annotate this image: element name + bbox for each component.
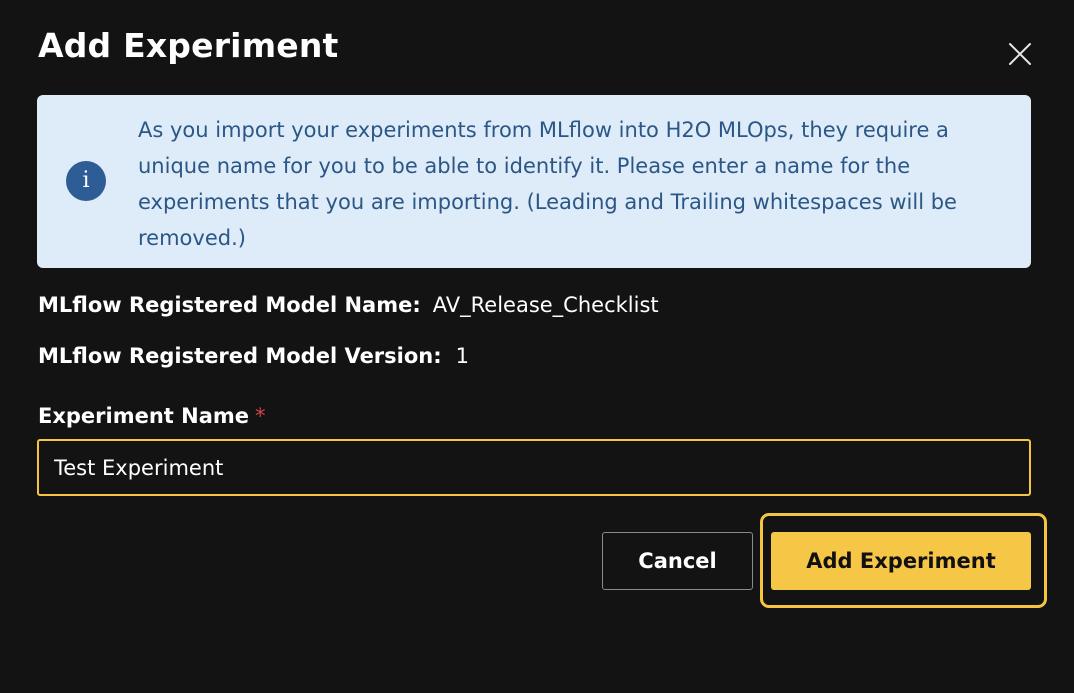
model-version-value: 1 [455,344,470,368]
model-name-value: AV_Release_Checklist [432,293,659,317]
experiment-name-label-text: Experiment Name [38,404,250,428]
cancel-button[interactable]: Cancel [602,532,753,590]
required-marker: * [255,404,266,428]
dialog-title: Add Experiment [38,26,339,65]
model-name-row: MLflow Registered Model Name: AV_Release_… [38,290,659,320]
model-version-label: MLflow Registered Model Version: [38,344,442,368]
model-name-label: MLflow Registered Model Name: [38,293,421,317]
add-experiment-button[interactable]: Add Experiment [771,532,1031,590]
experiment-name-label: Experiment Name * [38,401,266,431]
add-experiment-dialog: Add Experiment i As you import your expe… [0,0,1074,693]
info-icon-glyph: i [82,168,90,193]
info-icon: i [66,161,106,201]
close-icon [1009,43,1031,65]
experiment-name-input[interactable] [37,439,1031,496]
info-message: As you import your experiments from MLfl… [138,118,957,250]
info-banner: i As you import your experiments from ML… [37,95,1031,268]
model-version-row: MLflow Registered Model Version: 1 [38,341,469,371]
close-button[interactable] [1002,36,1038,72]
